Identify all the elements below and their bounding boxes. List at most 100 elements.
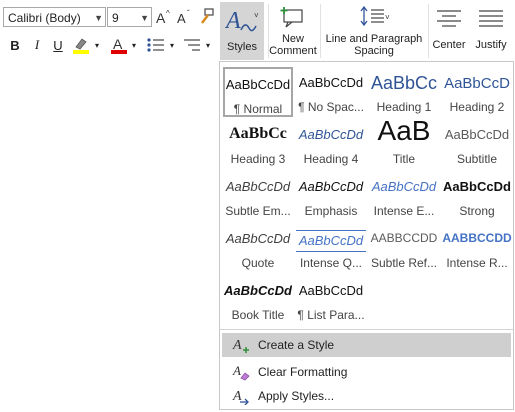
style-tile-subtle-reference[interactable]: AABBCCDD Subtle Ref...	[369, 223, 439, 273]
apply-styles-menu-item[interactable]: A Apply Styles...	[222, 384, 511, 408]
style-tile-list-paragraph[interactable]: AaBbCcDd ¶ List Para...	[296, 275, 366, 325]
styles-icon: A ˅	[225, 8, 259, 34]
style-name: Quote	[241, 256, 275, 270]
apply-styles-icon: A	[232, 389, 249, 405]
bold-button[interactable]: B	[6, 35, 24, 55]
style-tile-quote[interactable]: AaBbCcDd Quote	[223, 223, 293, 273]
svg-text:˅: ˅	[254, 11, 259, 20]
style-sample: AaBbCcDd	[443, 179, 511, 194]
style-name: Heading 1	[376, 100, 432, 114]
style-sample: AaBbCcDd	[371, 179, 437, 194]
style-sample: AaBbCcD	[444, 75, 510, 92]
create-style-menu-item[interactable]: A Create a Style	[222, 333, 511, 357]
style-name: Intense E...	[373, 204, 435, 218]
style-sample: AaBbCcDd	[298, 283, 364, 298]
style-sample: AABBCCDD	[370, 231, 438, 245]
style-tile-intense-emphasis[interactable]: AaBbCcDd Intense E...	[369, 171, 439, 221]
svg-text:ˇ: ˇ	[187, 9, 190, 18]
style-tile-intense-reference[interactable]: AABBCCDD Intense R...	[442, 223, 512, 273]
line-spacing-label-2: Spacing	[354, 45, 394, 57]
chevron-down-icon[interactable]: ▾	[168, 40, 176, 50]
font-size-value: 9	[112, 11, 119, 25]
style-name: ¶ No Spac...	[298, 100, 364, 114]
multilevel-list-button[interactable]	[180, 35, 204, 55]
font-color-button[interactable]: A	[108, 35, 130, 55]
font-family-value: Calibri (Body)	[8, 11, 81, 25]
line-spacing-label-1: Line and Paragraph	[325, 33, 423, 45]
style-name: Heading 3	[230, 152, 286, 166]
styles-button[interactable]: A ˅ Styles	[220, 2, 264, 60]
multilevel-list-icon	[184, 39, 200, 51]
center-label: Center	[432, 39, 466, 51]
style-tile-heading-4[interactable]: AaBbCcDd Heading 4	[296, 119, 366, 169]
style-name: Subtle Ref...	[370, 256, 438, 270]
style-sample: AaBbCc	[229, 125, 287, 142]
clear-formatting-label: Clear Formatting	[258, 365, 348, 379]
style-name: Strong	[459, 204, 495, 218]
style-tile-intense-quote[interactable]: AaBbCcDd Intense Q...	[296, 223, 366, 273]
style-sample: AaBbCcDd	[298, 179, 364, 194]
style-sample: AaBbCcDd	[296, 230, 366, 252]
style-sample: AaBbCc	[370, 73, 438, 93]
style-tile-emphasis[interactable]: AaBbCcDd Emphasis	[296, 171, 366, 221]
style-tile-title[interactable]: AaB Title	[369, 115, 439, 169]
style-tile-heading-2[interactable]: AaBbCcD Heading 2	[442, 67, 512, 117]
grow-font-button[interactable]: A ^	[155, 7, 173, 27]
bullets-button[interactable]	[144, 35, 168, 55]
italic-button[interactable]: I	[28, 35, 46, 55]
style-tile-subtitle[interactable]: AaBbCcDd Subtitle	[442, 119, 512, 169]
svg-text:A: A	[232, 338, 242, 353]
style-tile-book-title[interactable]: AaBbCcDd Book Title	[223, 275, 293, 325]
create-style-label: Create a Style	[258, 338, 335, 352]
style-tile-strong[interactable]: AaBbCcDd Strong	[442, 171, 512, 221]
chevron-down-icon[interactable]: ▾	[93, 40, 101, 50]
style-sample: AaBbCcDd	[444, 127, 510, 142]
shrink-font-button[interactable]: A ˇ	[176, 7, 194, 27]
chevron-down-icon[interactable]: ▼	[94, 8, 103, 28]
styles-gallery: AaBbCcDd ¶ Normal AaBbCcDd ¶ No Spac... …	[223, 67, 513, 329]
highlighter-icon	[73, 38, 89, 54]
ribbon: Calibri (Body) ▼ 9 ▼ A ^ A ˇ B I U ▾ A ▾…	[0, 0, 515, 62]
style-sample: AaB	[377, 115, 431, 146]
format-painter-button[interactable]	[197, 5, 217, 27]
style-tile-normal[interactable]: AaBbCcDd ¶ Normal	[223, 67, 293, 117]
bullet-list-icon	[147, 38, 164, 52]
style-tile-heading-1[interactable]: AaBbCc Heading 1	[369, 67, 439, 117]
highlight-color-button[interactable]	[70, 35, 92, 55]
styles-label: Styles	[227, 41, 257, 53]
svg-text:˅: ˅	[385, 13, 390, 22]
style-name: Book Title	[231, 308, 285, 322]
style-sample: AABBCCDD	[442, 231, 512, 245]
underline-button[interactable]: U	[49, 35, 67, 55]
style-tile-subtle-emphasis[interactable]: AaBbCcDd Subtle Em...	[223, 171, 293, 221]
styles-dropdown: AaBbCcDd ¶ Normal AaBbCcDd ¶ No Spac... …	[219, 61, 514, 410]
style-sample: AaBbCcDd	[224, 283, 292, 298]
font-family-combo[interactable]: Calibri (Body) ▼	[3, 7, 106, 27]
style-name: Title	[392, 152, 416, 166]
svg-text:A: A	[177, 11, 186, 26]
menu-divider	[220, 329, 513, 330]
style-sample: AaBbCcDd	[225, 77, 291, 92]
style-sample: AaBbCcDd	[298, 127, 364, 142]
new-comment-icon	[280, 7, 303, 28]
svg-text:A: A	[156, 10, 166, 26]
paintbrush-icon	[201, 8, 214, 24]
font-color-icon: A	[111, 36, 127, 54]
style-sample: AaBbCcDd	[225, 231, 291, 246]
style-name: Subtle Em...	[225, 204, 291, 218]
apply-styles-label: Apply Styles...	[258, 389, 335, 403]
style-sample: AaBbCcDd	[225, 179, 291, 194]
svg-text:^: ^	[166, 9, 170, 18]
clear-formatting-menu-item[interactable]: A Clear Formatting	[222, 360, 511, 384]
chevron-down-icon[interactable]: ▾	[130, 40, 138, 50]
style-tile-heading-3[interactable]: AaBbCc Heading 3	[223, 119, 293, 169]
chevron-down-icon[interactable]: ▾	[204, 40, 212, 50]
justify-label: Justify	[475, 39, 507, 51]
chevron-down-icon[interactable]: ▼	[140, 8, 149, 28]
style-name: Heading 2	[449, 100, 505, 114]
style-name: Emphasis	[304, 204, 358, 218]
style-name: ¶ List Para...	[297, 308, 365, 322]
font-size-combo[interactable]: 9 ▼	[107, 7, 152, 27]
align-center-icon	[437, 10, 461, 27]
style-tile-no-spacing[interactable]: AaBbCcDd ¶ No Spac...	[296, 67, 366, 117]
